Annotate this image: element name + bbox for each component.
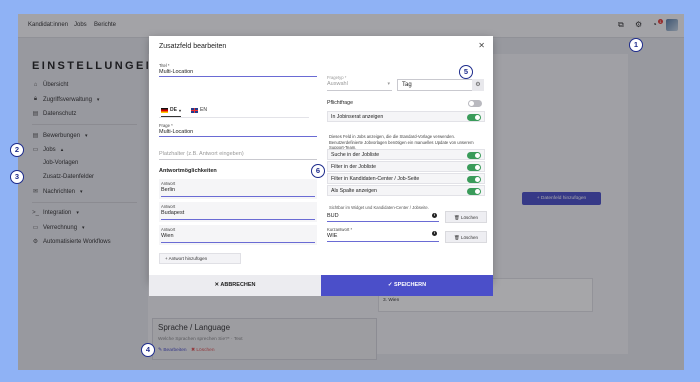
answers-title: Antwortmöglichkeiten [159, 168, 217, 174]
chevron-down-icon: ▾ [178, 107, 181, 113]
question-type-select[interactable]: Fragetyp * Auswahl ▾ [327, 75, 392, 91]
language-tabs: DE ▾ EN [159, 104, 309, 118]
info-icon[interactable]: i [432, 231, 437, 236]
callout-marker: 5 [459, 65, 473, 79]
info-icon[interactable]: i [432, 213, 437, 218]
answer-row: Antwort Budapest [159, 202, 317, 222]
close-icon[interactable]: ✕ [478, 41, 485, 50]
gear-icon: ⚙ [475, 82, 481, 88]
toggle-filter-candidate-center[interactable] [467, 175, 481, 183]
delete-answer-button[interactable]: 🗑︎ Löschen [445, 211, 487, 223]
toggle-required[interactable] [468, 99, 482, 107]
callout-marker: 2 [10, 143, 24, 157]
callout-marker: 1 [629, 38, 643, 52]
question-field[interactable]: Frage * Multi-Location [159, 123, 317, 137]
toggle-show-as-column[interactable] [467, 187, 481, 195]
german-flag-icon [161, 107, 168, 113]
answer-row: Antwort Wien [159, 225, 317, 245]
callout-marker: 4 [141, 343, 155, 357]
toggle-row-filter-candidate-center: Filter in Kandidaten-Center / Job-Seite [327, 173, 485, 184]
toggle-row-search-joblist: Suche in der Jobliste [327, 149, 485, 160]
placeholder-field[interactable]: Platzhalter (z.B. Antwort eingeben) [159, 148, 317, 160]
callout-marker: 6 [311, 164, 325, 178]
toggle-search-joblist[interactable] [467, 151, 481, 159]
callout-marker: 3 [10, 170, 24, 184]
answer-field[interactable]: Antwort Berlin [161, 181, 315, 197]
tab-de[interactable]: DE ▾ [161, 107, 181, 117]
cancel-button[interactable]: ✕ ABBRECHEN [149, 275, 321, 296]
answer-row: Antwort Berlin [159, 179, 317, 199]
tab-en[interactable]: EN [191, 107, 207, 113]
modal-title: Zusatzfeld bearbeiten [159, 43, 227, 50]
delete-answer-button[interactable]: 🗑︎ Löschen [445, 231, 487, 243]
toggle-row-filter-joblist: Filter in der Jobliste [327, 161, 485, 172]
toggle-row-required: Pflichtfrage [327, 98, 485, 109]
visibility-hint: Sichtbar im Widget und Kandidaten-Center… [329, 205, 429, 210]
edit-field-modal: Zusatzfeld bearbeiten ✕ Titel * Multi-Lo… [149, 36, 493, 296]
save-button[interactable]: ✓ SPEICHERN [321, 275, 493, 296]
uk-flag-icon [191, 107, 198, 113]
toggle-row-show-in-ad: In Jobinserat anzeigen [327, 111, 485, 122]
short-answer-field[interactable]: Kurzantwort * WIE i [327, 227, 439, 242]
settings-button[interactable]: ⚙ [472, 79, 484, 91]
add-answer-button[interactable]: + Antwort hinzufügen [159, 253, 241, 264]
chevron-down-icon: ▾ [387, 81, 390, 87]
toggle-filter-joblist[interactable] [467, 163, 481, 171]
app-window: Kandidat:innen Jobs Berichte ⧉ ⚙ ◔ 1 EIN… [18, 14, 684, 370]
tag-input[interactable]: Tag [397, 79, 474, 91]
toggle-show-in-ad[interactable] [467, 113, 481, 121]
toggle-row-show-as-column: Als Spalte anzeigen [327, 185, 485, 196]
answer-field[interactable]: Antwort Budapest [161, 204, 315, 220]
short-answer-field[interactable]: BUD i [327, 212, 439, 222]
answer-field[interactable]: Antwort Wien [161, 227, 315, 243]
title-field[interactable]: Titel * Multi-Location [159, 63, 317, 77]
